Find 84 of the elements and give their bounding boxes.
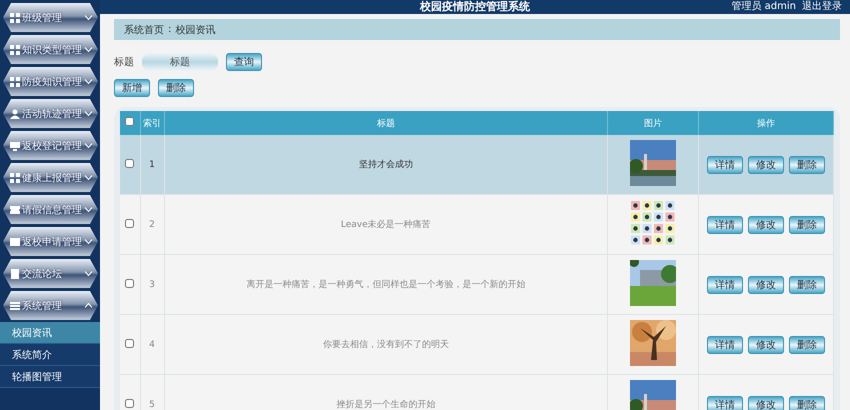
menu-item[interactable]: 系统管理 — [3, 291, 98, 320]
chevron-icon — [85, 175, 92, 180]
grid-icon — [10, 12, 20, 22]
details-button[interactable]: 详情 — [707, 276, 743, 294]
title-cell: Leave未必是一种痛苦 — [340, 220, 431, 230]
delete-button[interactable]: 删除 — [789, 276, 825, 294]
index-cell: 4 — [149, 340, 155, 350]
delete-button[interactable]: 删除 — [789, 396, 825, 410]
title-cell: 你要去相信，没有到不了的明天 — [322, 340, 449, 350]
submenu-item[interactable]: 系统简介 — [0, 344, 100, 366]
ticket-icon — [10, 204, 20, 214]
menu-item[interactable]: 活动轨迹管理 — [3, 99, 98, 128]
menu-item[interactable]: 知识类型管理 — [3, 35, 98, 64]
index-cell: 5 — [149, 400, 155, 410]
title-cell: 挫折是另一个生命的开始 — [336, 400, 436, 410]
delete-button[interactable]: 删除 — [789, 216, 825, 234]
chevron-icon — [85, 15, 92, 20]
table-row[interactable]: 2 Leave未必是一种痛苦 详情 修改 删除 — [120, 194, 834, 254]
details-button[interactable]: 详情 — [707, 396, 743, 410]
grid-icon — [10, 44, 20, 54]
chevron-icon — [85, 303, 92, 308]
menu-item[interactable]: 交流论坛 — [3, 259, 98, 288]
search-field[interactable]: 标题 — [142, 53, 218, 71]
column-header: 操作 — [698, 111, 834, 135]
edit-button[interactable]: 修改 — [748, 156, 784, 174]
grid-icon — [10, 172, 20, 182]
menu-item[interactable]: 返校申请管理 — [3, 227, 98, 256]
breadcrumb-current: 校园资讯 — [175, 24, 216, 36]
delete-button[interactable]: 删除 — [789, 336, 825, 354]
app-title: 校园疫情防控管理系统 — [420, 0, 530, 14]
column-header: 标题 — [164, 111, 608, 135]
index-cell: 2 — [149, 220, 155, 230]
breadcrumb-separator: : — [168, 24, 172, 35]
row-checkbox[interactable] — [125, 158, 134, 168]
envelope-icon — [10, 236, 20, 246]
add-button[interactable]: 新增 — [114, 79, 150, 97]
logout-link[interactable]: 退出登录 — [802, 0, 842, 14]
edit-button[interactable]: 修改 — [748, 336, 784, 354]
document-icon — [10, 268, 20, 278]
row-checkbox[interactable] — [125, 278, 134, 288]
breadcrumb-link[interactable]: 系统首页 — [124, 22, 164, 36]
chevron-icon — [85, 207, 92, 212]
table-row[interactable]: 5 挫折是另一个生命的开始 详情 修改 删除 — [120, 374, 834, 410]
title-cell: 离开是一种痛苦，是一种勇气，但同样也是一个考验，是一个新的开始 — [246, 280, 526, 290]
chevron-icon — [85, 79, 92, 84]
select-all-checkbox[interactable] — [125, 117, 134, 126]
chevron-icon — [85, 47, 92, 52]
submenu-item[interactable]: 轮播图管理 — [0, 366, 100, 388]
chevron-icon — [85, 111, 92, 116]
edit-button[interactable]: 修改 — [748, 216, 784, 234]
row-checkbox[interactable] — [125, 338, 134, 348]
row-checkbox[interactable] — [125, 218, 134, 228]
column-header: 图片 — [608, 111, 698, 135]
menu-item[interactable]: 返校登记管理 — [3, 131, 98, 160]
user-name: 管理员 admin — [731, 0, 796, 14]
menu-item[interactable]: 请假信息管理 — [3, 195, 98, 224]
chevron-icon — [85, 143, 92, 148]
details-button[interactable]: 详情 — [707, 216, 743, 234]
chevron-icon — [85, 271, 92, 276]
chevron-icon — [85, 239, 92, 244]
title-cell: 坚持才会成功 — [358, 160, 413, 170]
details-button[interactable]: 详情 — [707, 156, 743, 174]
monitor-icon — [10, 140, 20, 150]
table-row[interactable]: 1 坚持才会成功 详情 修改 删除 — [120, 135, 834, 194]
edit-button[interactable]: 修改 — [748, 276, 784, 294]
details-button[interactable]: 详情 — [707, 336, 743, 354]
delete-button[interactable]: 删除 — [158, 79, 194, 97]
menu-item[interactable]: 健康上报管理 — [3, 163, 98, 192]
column-header: 索引 — [140, 111, 164, 135]
index-cell: 3 — [149, 280, 155, 290]
index-cell: 1 — [149, 160, 155, 170]
edit-button[interactable]: 修改 — [748, 396, 784, 410]
user-icon — [10, 108, 20, 118]
menu-item[interactable]: 防疫知识管理 — [3, 67, 98, 96]
grid-icon — [10, 76, 20, 86]
table-row[interactable]: 4 你要去相信，没有到不了的明天 详情 修改 删除 — [120, 314, 834, 374]
search-label: 标题 — [114, 56, 134, 69]
row-checkbox[interactable] — [125, 398, 134, 408]
menu-item[interactable]: 班级管理 — [3, 3, 98, 32]
table-row[interactable]: 3 离开是一种痛苦，是一种勇气，但同样也是一个考验，是一个新的开始 详情 修改 删除 — [120, 254, 834, 314]
submenu-item[interactable]: 校园资讯 — [0, 322, 100, 344]
search-button[interactable]: 查询 — [226, 53, 262, 71]
delete-button[interactable]: 删除 — [789, 156, 825, 174]
list-icon — [10, 300, 20, 310]
